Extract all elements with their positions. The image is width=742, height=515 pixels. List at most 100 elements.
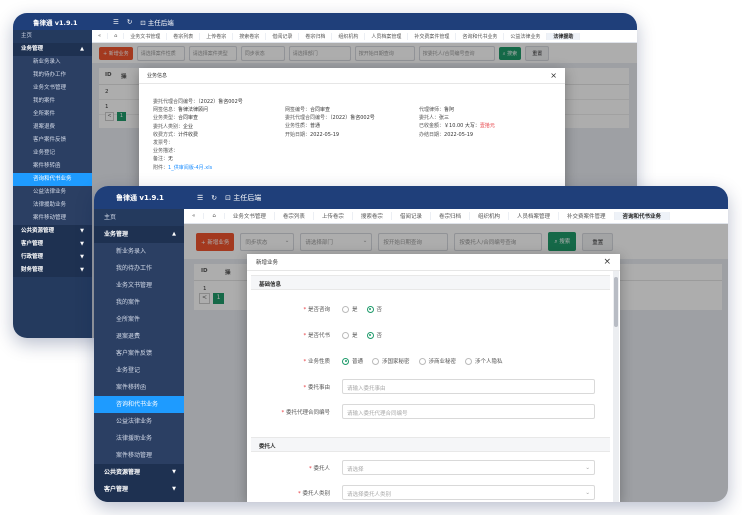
tab-bar: «⌂ 业务文书管理 卷宗列表 上传卷宗 搜索卷宗 借阅记录 卷宗归档 组织机构 人员档案管理 补交… xyxy=(92,30,637,43)
sidebar-group-customer[interactable]: 客户管理 ▼ xyxy=(13,238,92,251)
sidebar-item-home[interactable]: 主页 xyxy=(94,209,184,226)
sidebar-item[interactable]: 我的待办工作 xyxy=(94,260,184,277)
close-icon[interactable]: × xyxy=(603,257,611,267)
tab[interactable]: 借阅记录 xyxy=(392,212,431,220)
sidebar-item[interactable]: 我的案件 xyxy=(94,294,184,311)
sidebar-item[interactable]: 法律援助业务 xyxy=(94,430,184,447)
contract-input[interactable]: 请输入委托代理合同编号 xyxy=(342,404,595,419)
modal-scrollbar[interactable] xyxy=(613,271,619,502)
tab[interactable]: 借阅记录 xyxy=(266,32,300,40)
tab[interactable]: 组织机构 xyxy=(332,32,366,40)
detail-field-label: 委托代理合同编号： xyxy=(153,99,199,105)
sidebar-group-admin[interactable]: 行政管理▼ xyxy=(13,251,92,264)
proxy-yes-radio[interactable]: 是 xyxy=(342,331,358,339)
tab[interactable]: 卷宗列表 xyxy=(275,212,314,220)
reason-input[interactable]: 请输入委托事由 xyxy=(342,379,595,394)
tab[interactable]: 人员档案管理 xyxy=(509,212,559,220)
home-link[interactable]: ⊡ 主任后端 xyxy=(140,17,174,27)
tab[interactable]: 组织机构 xyxy=(470,212,509,220)
tab[interactable]: 卷宗列表 xyxy=(167,32,201,40)
caret-down-icon: ▼ xyxy=(172,498,176,502)
tab[interactable]: ⌂ xyxy=(108,33,125,39)
sidebar-item[interactable]: 客户案件反馈 xyxy=(94,345,184,362)
menu-icon[interactable]: ☰ xyxy=(197,194,203,202)
sidebar-item[interactable]: 客户案件反馈 xyxy=(13,134,92,147)
client-type-select[interactable]: 请选择委托人类别 ⌄ xyxy=(342,485,595,500)
sidebar-item[interactable]: 业务文书管理 xyxy=(94,277,184,294)
tab[interactable]: « xyxy=(92,33,109,39)
sidebar-item[interactable]: 我的案件 xyxy=(13,95,92,108)
caret-up-icon: ▲ xyxy=(80,46,84,52)
sidebar-item[interactable]: 公益法律业务 xyxy=(13,186,92,199)
client-select[interactable]: 请选择 ⌄ xyxy=(342,460,595,475)
sidebar-item[interactable]: 案件移转函 xyxy=(94,379,184,396)
consult-yes-radio[interactable]: 是 xyxy=(342,305,358,313)
tab[interactable]: 卷宗归档 xyxy=(431,212,470,220)
tab[interactable]: ⌂ xyxy=(204,213,225,219)
tab[interactable]: 搜索卷宗 xyxy=(353,212,392,220)
sidebar-item[interactable]: 业务登记 xyxy=(94,362,184,379)
sidebar-group-admin[interactable]: 行政管理▼ xyxy=(94,498,184,502)
tab[interactable]: 补交费案件管理 xyxy=(408,32,457,40)
proxy-no-radio[interactable]: 否 xyxy=(366,331,382,339)
sidebar-item[interactable]: 咨询和代书业务 xyxy=(13,173,92,186)
sidebar-group-public[interactable]: 公共资源管理 ▼ xyxy=(13,225,92,238)
refresh-icon[interactable]: ↻ xyxy=(127,18,132,26)
sidebar-item-home[interactable]: 主页 xyxy=(13,30,92,43)
contract-row: * 委托代理合同编号 请输入委托代理合同编号 xyxy=(251,404,595,419)
sidebar-item[interactable]: 公益法律业务 xyxy=(94,413,184,430)
detail-field-label: 委托代理合同编号： xyxy=(285,115,331,122)
tab[interactable]: 业务文书管理 xyxy=(124,32,168,40)
detail-field-value: ￥10.00 大写： xyxy=(444,123,480,130)
sidebar-group-business[interactable]: 业务管理 ▲ xyxy=(13,43,92,56)
sidebar-item[interactable]: 案件移动管理 xyxy=(94,447,184,464)
nature-commercial-secret-radio[interactable]: 涉商业秘密 xyxy=(418,357,456,365)
detail-field-value: 普通 xyxy=(310,123,321,130)
tab[interactable]: 搜索卷宗 xyxy=(233,32,267,40)
refresh-icon[interactable]: ↻ xyxy=(211,194,217,202)
detail-field-label: 业务性质： xyxy=(285,123,311,130)
close-icon[interactable]: × xyxy=(550,71,557,80)
modal-body: 基础信息 * 是否咨询 是 否 * 是否代书 是 否 * 业务性质 普通 涉国家… xyxy=(251,271,610,502)
home-link[interactable]: ⊡ 主任后端 xyxy=(225,193,261,203)
consult-no-radio[interactable]: 否 xyxy=(366,305,382,313)
nature-normal-radio[interactable]: 普通 xyxy=(342,357,363,365)
tab[interactable]: 咨询和代书业务 xyxy=(614,212,671,220)
sidebar-item[interactable]: 咨询和代书业务 xyxy=(94,396,184,413)
detail-field-label: 发票号： xyxy=(153,140,174,146)
detail-field-value: 鲁阿 xyxy=(444,107,455,113)
tab[interactable]: 公益法律业务 xyxy=(504,32,548,40)
sidebar-item[interactable]: 退案退费 xyxy=(13,121,92,134)
sidebar-item[interactable]: 我的待办工作 xyxy=(13,69,92,82)
sidebar-item[interactable]: 退案退费 xyxy=(94,328,184,345)
sidebar-group-customer[interactable]: 客户管理 ▼ xyxy=(94,481,184,498)
tab[interactable]: 上传卷宗 xyxy=(200,32,234,40)
sidebar-group-business[interactable]: 业务管理 ▲ xyxy=(94,226,184,243)
sidebar-group-finance[interactable]: 财务管理 ▼ xyxy=(13,264,92,277)
tab[interactable]: 上传卷宗 xyxy=(314,212,353,220)
attachment-link[interactable]: 1_供审阅版-4月.xls xyxy=(168,165,212,171)
business-menu-label: 业务管理 xyxy=(21,46,44,52)
nature-state-secret-radio[interactable]: 涉国家秘密 xyxy=(372,357,410,365)
nature-privacy-radio[interactable]: 涉个人隐私 xyxy=(465,357,503,365)
tab[interactable]: 业务文书管理 xyxy=(225,212,275,220)
tab[interactable]: 补交费案件管理 xyxy=(559,212,615,220)
sidebar-item[interactable]: 新业务录入 xyxy=(13,56,92,69)
sidebar-item[interactable]: 业务文书管理 xyxy=(13,82,92,95)
sidebar-item[interactable]: 全所案件 xyxy=(13,108,92,121)
tab[interactable]: 人员档案管理 xyxy=(365,32,409,40)
tab[interactable]: 咨询和代书业务 xyxy=(456,32,505,40)
sidebar-item[interactable]: 法律援助业务 xyxy=(13,199,92,212)
tab[interactable]: « xyxy=(184,213,205,219)
detail-field-value: 张三 xyxy=(439,115,450,122)
menu-icon[interactable]: ☰ xyxy=(113,18,119,26)
sidebar-item[interactable]: 案件移动管理 xyxy=(13,212,92,225)
tab[interactable]: 法律援助 xyxy=(547,32,581,40)
sidebar-item[interactable]: 业务登记 xyxy=(13,147,92,160)
sidebar: 主页 业务管理 ▲ 新业务录入 我的待办工作 业务文书管理 我的案件 全所案件 退案退费 客户案件… xyxy=(94,209,184,502)
sidebar-item[interactable]: 全所案件 xyxy=(94,311,184,328)
sidebar-item[interactable]: 案件移转函 xyxy=(13,160,92,173)
sidebar-group-public[interactable]: 公共资源管理 ▼ xyxy=(94,464,184,481)
tab[interactable]: 卷宗归档 xyxy=(299,32,333,40)
sidebar-item[interactable]: 新业务录入 xyxy=(94,243,184,260)
